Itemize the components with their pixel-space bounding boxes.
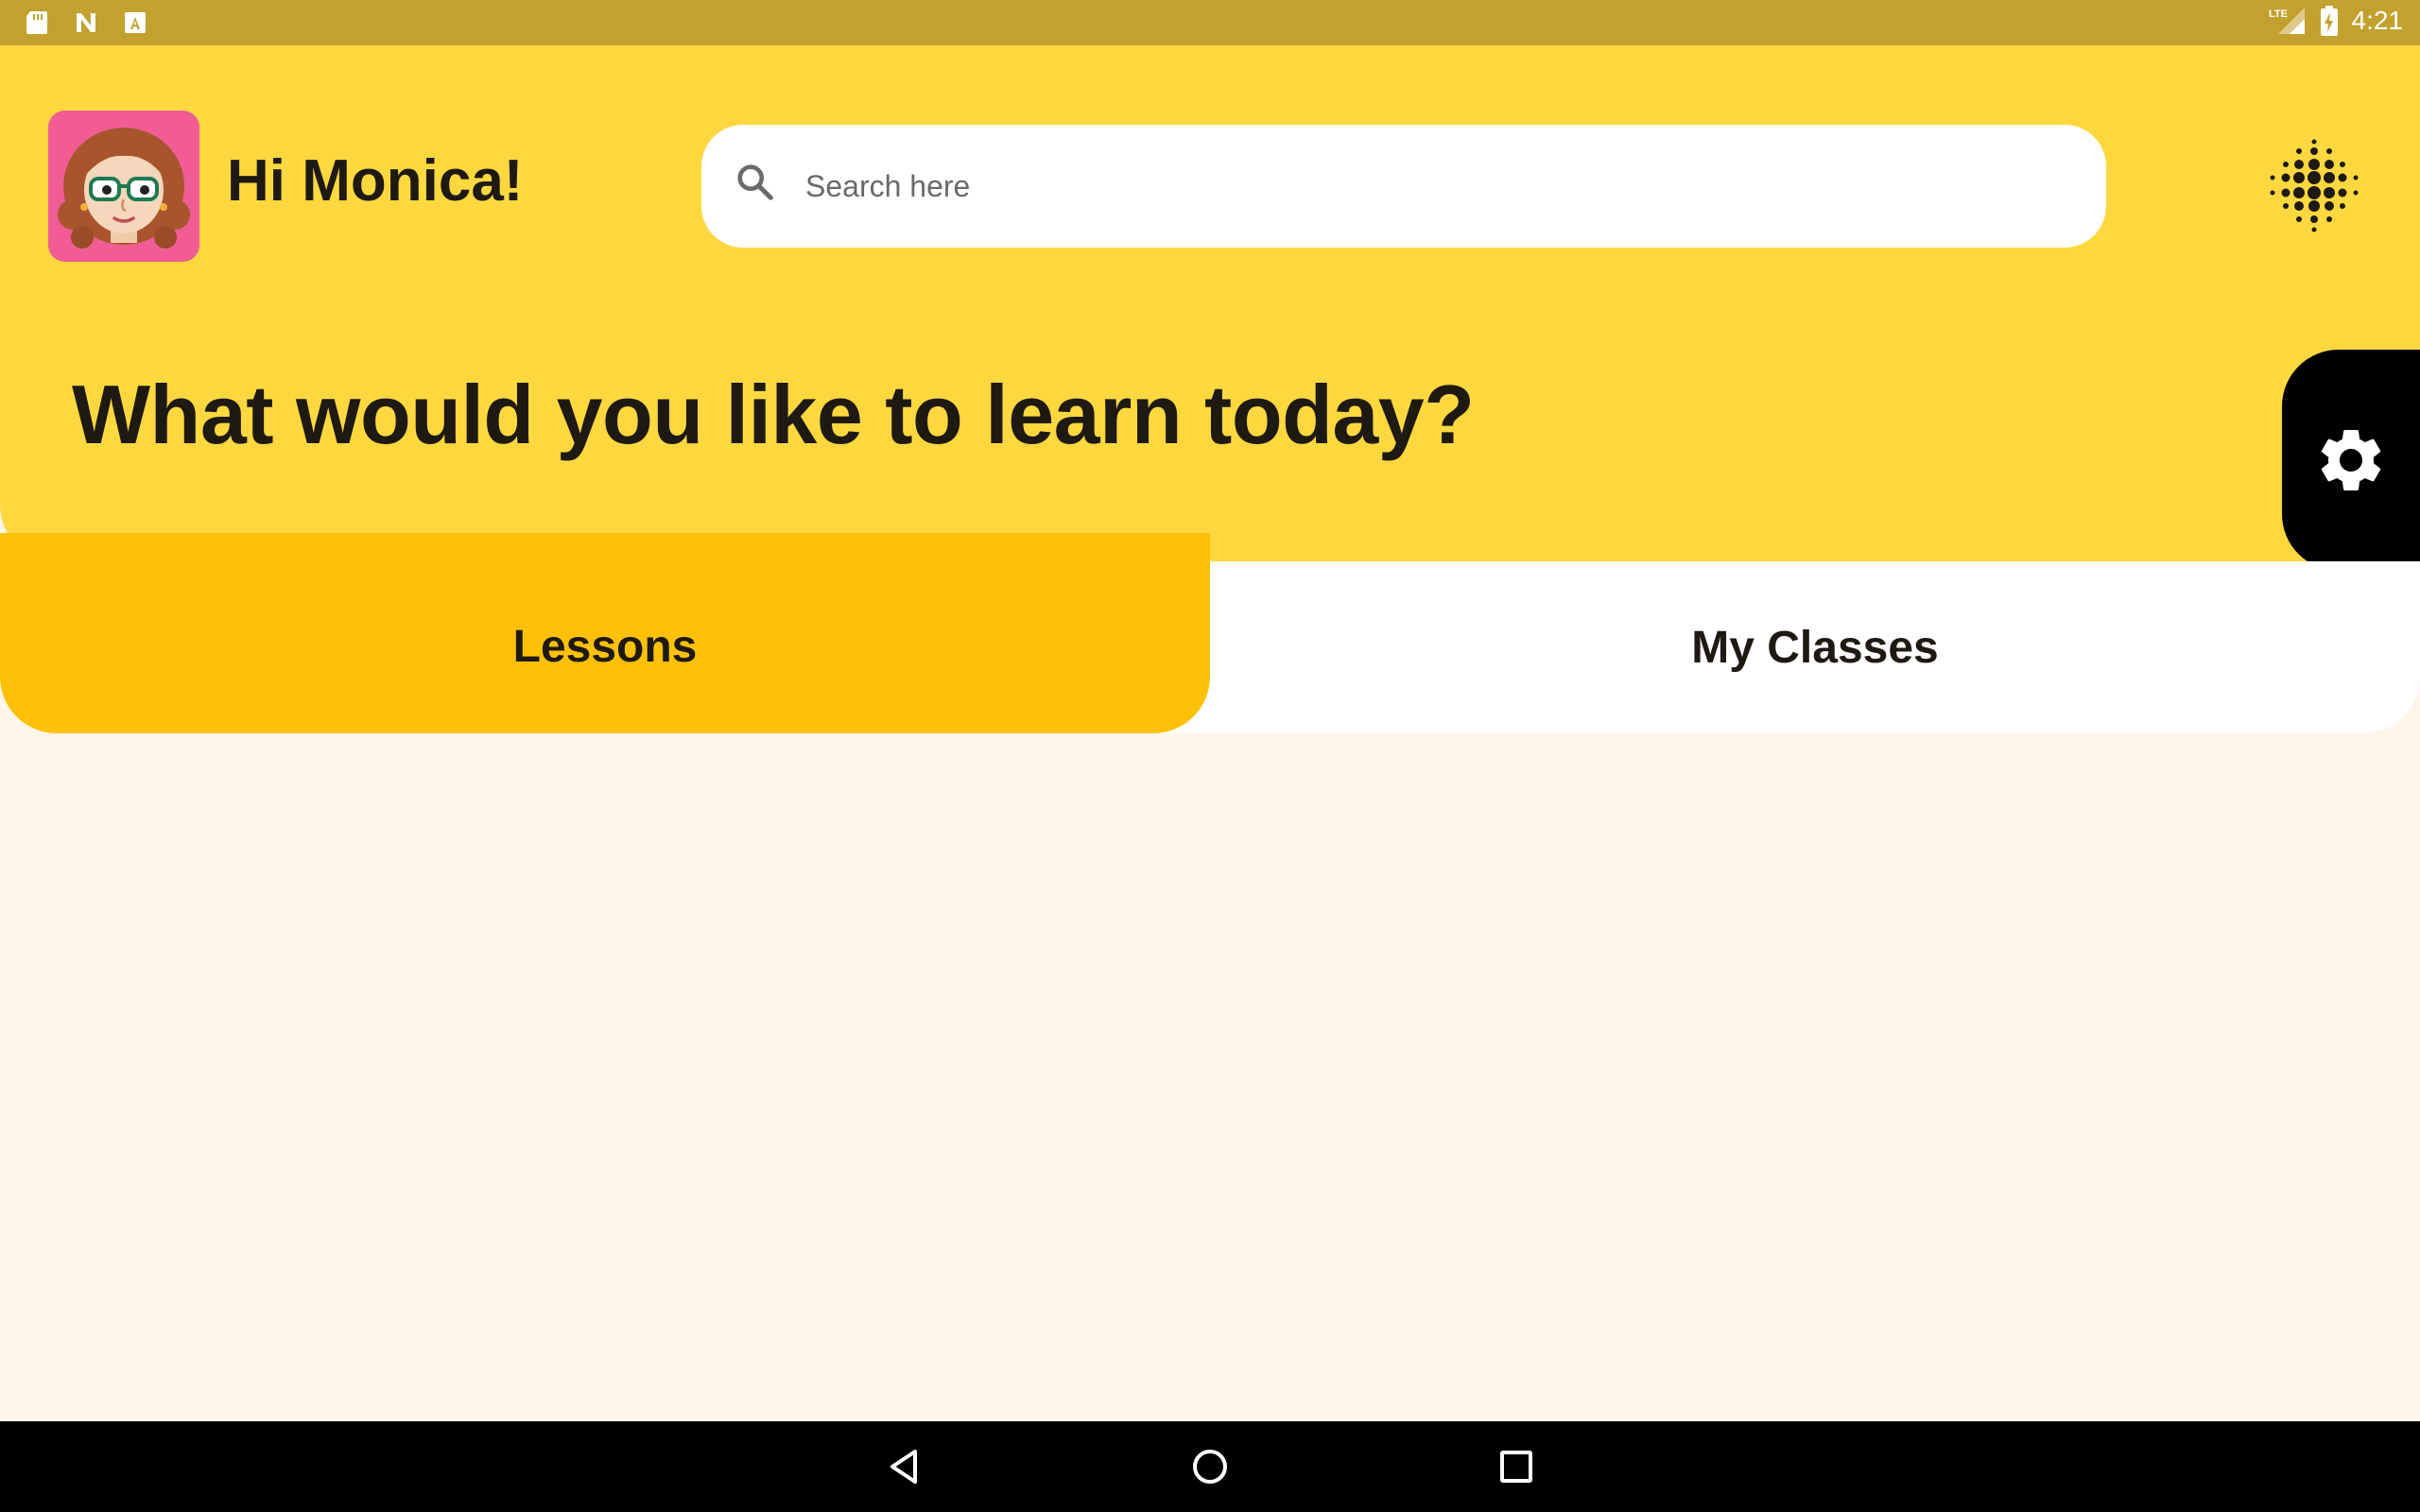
avatar[interactable] xyxy=(48,111,199,262)
dots-grid-icon[interactable] xyxy=(2265,136,2363,234)
status-bar: LTE 4:21 xyxy=(0,0,2420,45)
status-bar-notifications xyxy=(25,9,147,36)
tab-lessons-label: Lessons xyxy=(512,622,698,672)
header: Hi Monica! What would you like to learn … xyxy=(0,45,2420,571)
recents-icon[interactable] xyxy=(1494,1444,1539,1489)
a-notification-icon xyxy=(125,12,146,33)
home-icon[interactable] xyxy=(1187,1444,1233,1489)
search-bar[interactable] xyxy=(701,125,2106,248)
page-headline: What would you like to learn today? xyxy=(72,368,1475,461)
n-notification-icon xyxy=(77,13,95,32)
battery-charging-icon xyxy=(2320,6,2338,36)
navigation-bar xyxy=(0,1421,2420,1512)
status-time: 4:21 xyxy=(2351,6,2404,35)
search-icon xyxy=(737,164,773,200)
tab-my-classes-label: My Classes xyxy=(1691,622,1939,673)
sd-card-icon xyxy=(26,11,47,34)
lte-signal-icon: LTE xyxy=(2269,8,2305,34)
status-bar-system: LTE 4:21 xyxy=(2269,6,2404,36)
greeting: Hi Monica! xyxy=(227,148,524,214)
gear-icon xyxy=(2321,430,2381,490)
svg-text:LTE: LTE xyxy=(2269,9,2288,20)
search-input[interactable] xyxy=(805,125,2072,248)
tab-my-classes[interactable]: My Classes xyxy=(1210,561,2420,733)
settings-button[interactable] xyxy=(2282,350,2420,571)
tab-lessons[interactable]: Lessons xyxy=(0,533,1210,733)
tab-bar: Lessons My Classes xyxy=(0,533,2420,733)
avatar-girl-glasses-icon xyxy=(48,111,199,262)
content-area xyxy=(0,733,2420,1421)
back-icon[interactable] xyxy=(881,1444,926,1489)
